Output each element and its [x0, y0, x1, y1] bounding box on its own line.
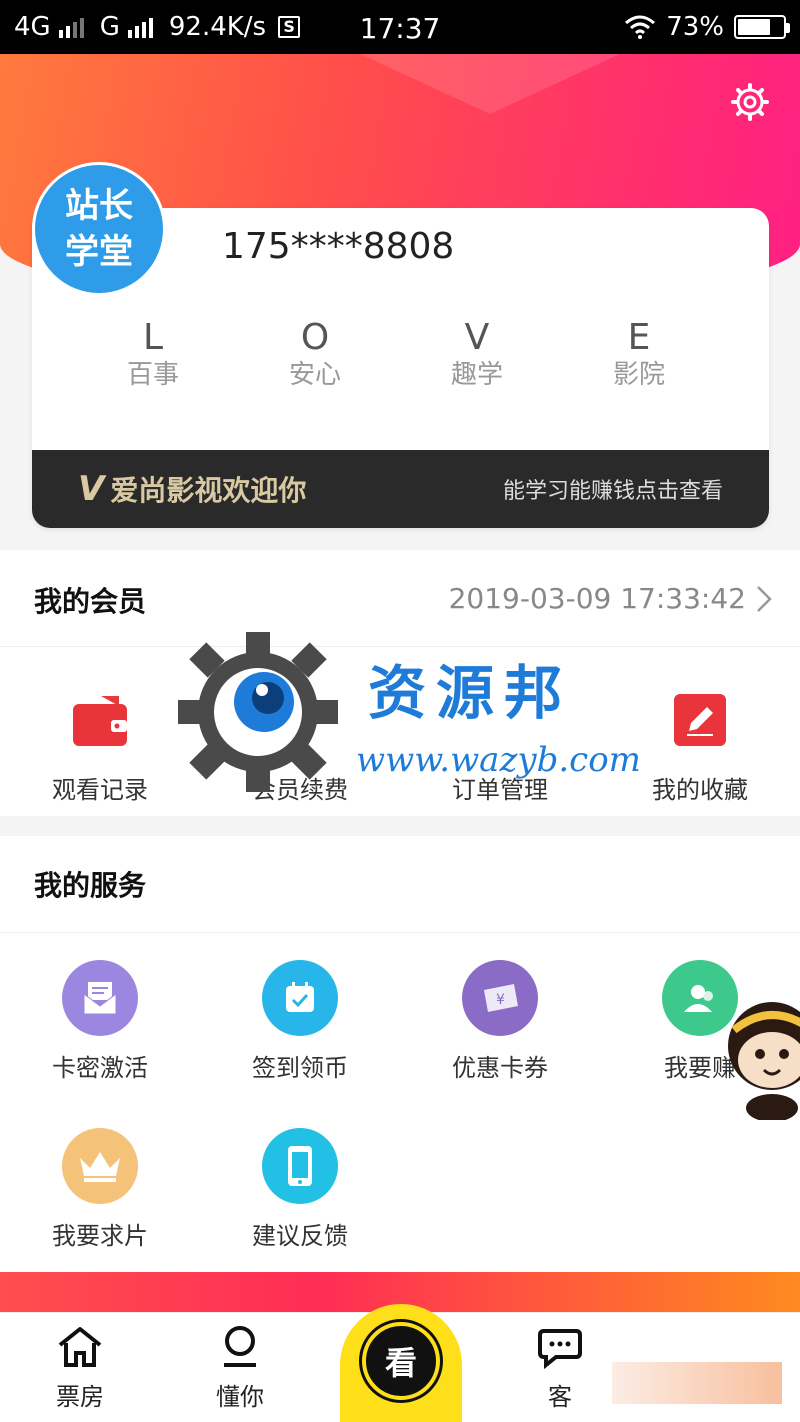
tab-watch[interactable]: 看 [340, 1304, 462, 1422]
love-item: V 趣学 [396, 318, 558, 392]
signal-icon [58, 16, 84, 38]
member-item-orders[interactable]: 订单管理 [400, 680, 600, 805]
tab-label: 懂你 [216, 1383, 264, 1411]
chevron-right-icon [757, 585, 772, 612]
love-row: L 百事 O 安心 V 趣学 E 影院 [72, 318, 722, 392]
love-letter: E [627, 317, 651, 358]
member-expiry-date: 2019-03-09 17:33:42 [448, 582, 746, 615]
service-item-label: 签到领币 [252, 1054, 348, 1082]
phone-icon [262, 1128, 338, 1204]
love-word: 影院 [612, 360, 665, 390]
service-item-feedback[interactable]: 建议反馈 [200, 1126, 400, 1251]
member-item-renew[interactable]: 会员续费 [200, 680, 400, 805]
love-letter: L [142, 317, 164, 358]
welcome-banner[interactable]: V 爱尚影视欢迎你 能学习能赚钱点击查看 [32, 450, 769, 528]
envelope-icon [62, 960, 138, 1036]
network-label-1: 4G [14, 12, 51, 42]
love-letter: O [300, 317, 330, 358]
signal-icon-2 [127, 16, 153, 38]
person-icon [224, 1326, 256, 1367]
service-item-label: 我要求片 [52, 1222, 148, 1250]
screen: 4G G 92.4K/s S 17:37 73% V 爱尚影视欢迎你 能学习能赚… [0, 0, 800, 1422]
wifi-icon [625, 15, 656, 39]
service-item-request[interactable]: 我要求片 [0, 1126, 200, 1251]
battery-icon [734, 15, 790, 39]
member-item-label: 会员续费 [252, 776, 348, 804]
network-label-2: G [99, 12, 120, 42]
member-item-label: 观看记录 [52, 776, 148, 804]
banner-cta[interactable]: 能学习能赚钱点击查看 [503, 473, 723, 505]
wallet-icon [73, 696, 127, 746]
services-title: 我的服务 [34, 869, 147, 902]
love-letter: V [464, 317, 490, 358]
calendar-check-icon [262, 960, 338, 1036]
member-item-history[interactable]: 观看记录 [0, 680, 200, 805]
member-item-favorites[interactable]: 我的收藏 [600, 680, 800, 805]
tab-know-you[interactable]: 懂你 [180, 1325, 300, 1412]
network-speed: 92.4K/s [168, 12, 267, 42]
member-expiry-link[interactable]: 2019-03-09 17:33:42 [449, 582, 772, 615]
monkey-mascot-icon[interactable] [716, 990, 800, 1120]
tab-label: 票房 [56, 1383, 104, 1411]
blurred-overlay [612, 1362, 782, 1404]
edit-icon [674, 694, 726, 746]
settings-gear-icon[interactable] [730, 82, 770, 122]
love-item: L 百事 [72, 318, 234, 392]
member-item-label: 我的收藏 [652, 776, 748, 804]
service-item-coupons[interactable]: ¥ 优惠卡券 [400, 958, 600, 1083]
coupon-icon: ¥ [462, 960, 538, 1036]
s-app-icon: S [278, 16, 301, 38]
service-item-label: 建议反馈 [252, 1222, 348, 1250]
service-item-label: 优惠卡券 [452, 1054, 548, 1082]
love-item: E 影院 [558, 318, 720, 392]
house-icon [58, 1327, 102, 1367]
crown-icon [62, 1128, 138, 1204]
love-word: 百事 [126, 360, 179, 390]
service-item-label: 卡密激活 [52, 1054, 148, 1082]
avatar[interactable]: 站长 学堂 [32, 162, 166, 296]
service-item-checkin[interactable]: 签到领币 [200, 958, 400, 1083]
love-item: O 安心 [234, 318, 396, 392]
brand-v-logo: V [78, 469, 105, 509]
avatar-line-2: 学堂 [65, 232, 133, 272]
svg-text:¥: ¥ [496, 992, 505, 1008]
status-bar: 4G G 92.4K/s S 17:37 73% [0, 0, 800, 54]
love-word: 趣学 [450, 360, 503, 390]
member-title: 我的会员 [34, 585, 147, 618]
banner-slogan: 爱尚影视欢迎你 [110, 474, 307, 507]
avatar-line-1: 站长 [65, 186, 133, 226]
member-item-label: 订单管理 [452, 776, 548, 804]
battery-percent: 73% [666, 12, 724, 42]
watch-icon: 看 [359, 1319, 443, 1403]
tab-box-office[interactable]: 票房 [20, 1325, 140, 1412]
user-phone: 175****8808 [222, 226, 455, 267]
love-word: 安心 [288, 360, 341, 390]
chat-icon [538, 1329, 582, 1370]
service-item-card-activate[interactable]: 卡密激活 [0, 958, 200, 1083]
tab-label: 客 [548, 1383, 572, 1411]
tab-customer[interactable]: 客 [500, 1325, 620, 1412]
